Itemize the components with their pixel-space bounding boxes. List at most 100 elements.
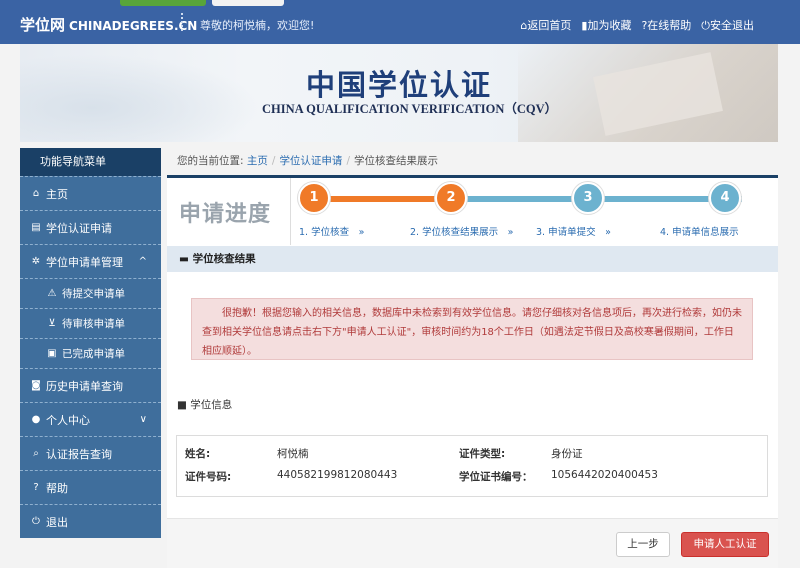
content-card: 申请进度 1 2 3 4 1. 学位核查 » 2. 学位核查结果展示 » 3. … bbox=[167, 175, 778, 568]
briefcase-icon: ▣ bbox=[47, 348, 57, 359]
step-circle-1: 1 bbox=[298, 182, 330, 214]
result-section-heading: ▬ 学位核查结果 bbox=[167, 246, 778, 272]
sidebar: 功能导航菜单 ⌂ 主页 ▤ 学位认证申请 ✲ 学位申请单管理 ^ ⚠ 待提交申请单 ⊻ 待审… bbox=[20, 148, 161, 538]
comment-icon: ▬ bbox=[179, 253, 189, 265]
logo-divider bbox=[181, 13, 183, 31]
step-label-2: 2. 学位核查结果展示 » bbox=[410, 227, 514, 238]
sidebar-item-label: 历史申请单查询 bbox=[46, 379, 123, 393]
progress-title: 申请进度 bbox=[179, 202, 272, 227]
site-logo[interactable]: 学位网 CHINADEGREES.CN bbox=[20, 14, 197, 35]
not-found-alert: 很抱歉！根据您输入的相关信息，数据库中未检索到有效学位信息。请您仔细核对各信息项… bbox=[191, 298, 753, 360]
chevron-down-icon: ∨ bbox=[139, 414, 147, 425]
sidebar-item-pending-review[interactable]: ⊻ 待审核申请单 bbox=[20, 308, 161, 338]
browser-tab-strip bbox=[212, 0, 284, 6]
sidebar-item-completed[interactable]: ▣ 已完成申请单 bbox=[20, 338, 161, 368]
sidebar-heading: 功能导航菜单 bbox=[20, 148, 161, 176]
sidebar-item-label: 帮助 bbox=[46, 481, 68, 495]
help-link[interactable]: ?在线帮助 bbox=[641, 17, 691, 33]
id-number-label: 证件号码: bbox=[185, 471, 232, 483]
sidebar-item-label: 主页 bbox=[46, 187, 68, 201]
sidebar-item-manage[interactable]: ✲ 学位申请单管理 ^ bbox=[20, 244, 161, 278]
previous-step-button[interactable]: 上一步 bbox=[616, 532, 670, 557]
sidebar-item-label: 待审核申请单 bbox=[62, 318, 125, 330]
manual-verification-button[interactable]: 申请人工认证 bbox=[681, 532, 769, 557]
cart-icon: ⊻ bbox=[48, 318, 56, 329]
document-icon: ▤ bbox=[31, 222, 41, 233]
welcome-text: 尊敬的柯悦楠，欢迎您! bbox=[200, 19, 315, 32]
step-label-4: 4. 申请单信息展示 bbox=[660, 227, 739, 238]
info-row: 姓名: bbox=[185, 446, 210, 461]
search-icon: ⌕ bbox=[33, 448, 39, 459]
logo-cn: 学位网 bbox=[20, 16, 66, 34]
sidebar-item-help[interactable]: ? 帮助 bbox=[20, 470, 161, 504]
camera-icon: ◙ bbox=[31, 380, 41, 391]
video-icon: ■ bbox=[177, 399, 187, 411]
home-link-label: 返回首页 bbox=[527, 19, 572, 32]
info-row: 身份证 bbox=[551, 446, 583, 461]
sidebar-item-label: 个人中心 bbox=[46, 413, 90, 427]
info-row: 证件号码: bbox=[185, 469, 231, 484]
bookmark-link[interactable]: ▮加为收藏 bbox=[581, 17, 631, 33]
home-icon: ⌂ bbox=[32, 188, 40, 199]
info-row: 柯悦楠 bbox=[277, 446, 309, 461]
sidebar-item-apply[interactable]: ▤ 学位认证申请 bbox=[20, 210, 161, 244]
step-circle-2: 2 bbox=[435, 182, 467, 214]
step-label-1: 1. 学位核查 » bbox=[299, 227, 365, 238]
logout-link-label: 安全退出 bbox=[710, 19, 754, 32]
question-icon: ? bbox=[33, 482, 39, 493]
sidebar-item-label: 退出 bbox=[46, 515, 68, 529]
info-row: 440582199812080443 bbox=[277, 469, 397, 481]
id-type-label: 证件类型: bbox=[459, 448, 506, 460]
info-row: 学位证书编号： bbox=[459, 469, 533, 484]
result-heading-label: 学位核查结果 bbox=[192, 253, 256, 265]
logout-link[interactable]: ⏻安全退出 bbox=[701, 17, 754, 33]
progress-divider bbox=[290, 178, 291, 245]
degree-info-title: ■ 学位信息 bbox=[177, 397, 232, 412]
warning-icon: ⚠ bbox=[47, 288, 57, 299]
user-icon: ● bbox=[31, 414, 41, 425]
browser-tab-strip bbox=[120, 0, 206, 6]
chevron-up-icon: ^ bbox=[138, 256, 147, 267]
sidebar-item-label: 已完成申请单 bbox=[62, 348, 125, 360]
logo-en: CHINADEGREES.CN bbox=[69, 19, 198, 33]
sidebar-item-label: 学位认证申请 bbox=[46, 221, 112, 235]
info-row: 1056442020400453 bbox=[551, 469, 658, 481]
breadcrumb-home[interactable]: 主页 bbox=[247, 155, 268, 167]
power-icon: ⏻ bbox=[32, 516, 40, 527]
progress-track-done bbox=[313, 196, 451, 202]
degree-info-title-label: 学位信息 bbox=[190, 399, 233, 411]
breadcrumb-prefix: 您的当前位置: bbox=[177, 155, 244, 167]
sidebar-item-pending-submit[interactable]: ⚠ 待提交申请单 bbox=[20, 278, 161, 308]
step-circle-3: 3 bbox=[572, 182, 604, 214]
breadcrumb-apply[interactable]: 学位认证申请 bbox=[279, 155, 342, 167]
breadcrumb-separator: / bbox=[346, 155, 350, 167]
sidebar-item-profile[interactable]: ● 个人中心 ∨ bbox=[20, 402, 161, 436]
bookmark-link-label: 加为收藏 bbox=[587, 19, 632, 32]
sidebar-item-history[interactable]: ◙ 历史申请单查询 bbox=[20, 368, 161, 402]
top-links: ⌂返回首页 ▮加为收藏 ?在线帮助 ⏻安全退出 bbox=[520, 17, 754, 33]
main-content: 您的当前位置: 主页 / 学位认证申请 / 学位核查结果展示 申请进度 1 2 3 4 … bbox=[167, 148, 778, 568]
cert-number-label: 学位证书编号： bbox=[459, 471, 533, 483]
sidebar-item-logout[interactable]: ⏻ 退出 bbox=[20, 504, 161, 538]
info-row: 证件类型: bbox=[459, 446, 505, 461]
top-navigation-bar: 学位网 CHINADEGREES.CN 尊敬的柯悦楠，欢迎您! ⌂返回首页 ▮加为… bbox=[0, 0, 800, 44]
help-link-label: 在线帮助 bbox=[647, 19, 692, 32]
home-link[interactable]: ⌂返回首页 bbox=[520, 17, 571, 33]
step-circle-4: 4 bbox=[709, 182, 741, 214]
id-number-value: 440582199812080443 bbox=[277, 469, 398, 481]
power-icon: ⏻ bbox=[701, 19, 710, 32]
sidebar-item-label: 学位申请单管理 bbox=[46, 255, 123, 269]
breadcrumb-separator: / bbox=[271, 155, 276, 167]
id-type-value: 身份证 bbox=[551, 448, 583, 460]
step-label-3: 3. 申请单提交 » bbox=[536, 227, 611, 238]
cert-number-value: 1056442020400453 bbox=[551, 469, 658, 481]
sidebar-item-label: 认证报告查询 bbox=[46, 447, 112, 461]
name-label: 姓名: bbox=[185, 448, 211, 460]
breadcrumb-current: 学位核查结果展示 bbox=[353, 155, 438, 167]
breadcrumb: 您的当前位置: 主页 / 学位认证申请 / 学位核查结果展示 bbox=[177, 153, 438, 168]
sidebar-item-home[interactable]: ⌂ 主页 bbox=[20, 176, 161, 210]
banner-title-en: CHINA QUALIFICATION VERIFICATION（CQV） bbox=[262, 102, 558, 116]
gear-icon: ✲ bbox=[31, 256, 41, 267]
banner-background bbox=[20, 54, 260, 142]
sidebar-item-report[interactable]: ⌕ 认证报告查询 bbox=[20, 436, 161, 470]
